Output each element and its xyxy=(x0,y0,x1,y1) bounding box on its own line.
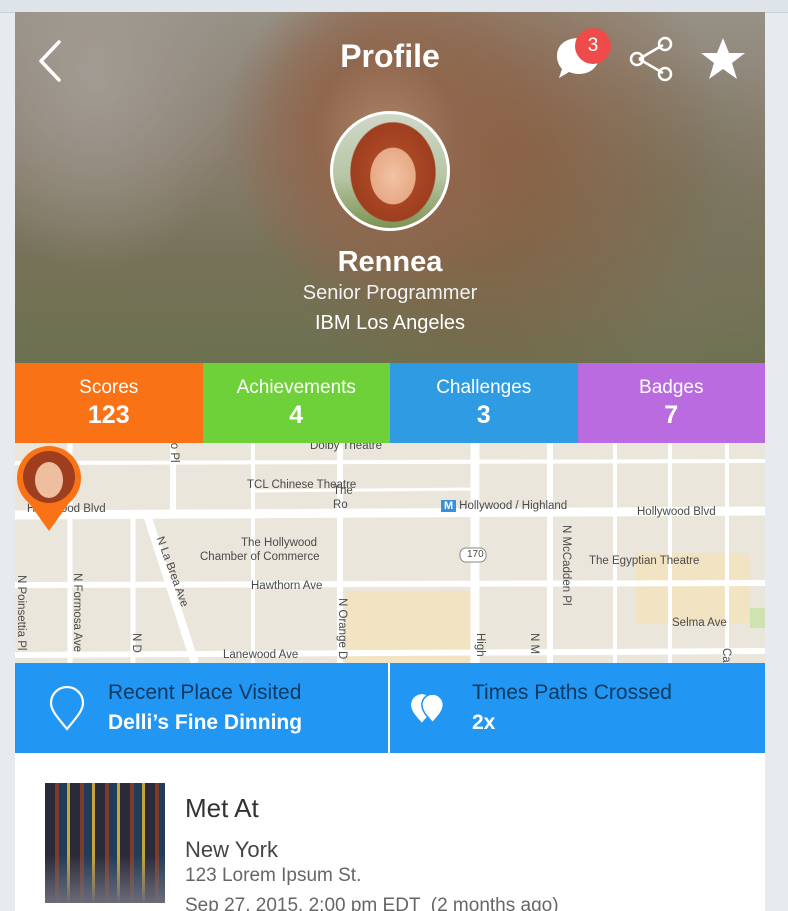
map-label: Ro xyxy=(333,499,348,511)
met-location-photo[interactable] xyxy=(45,783,165,903)
location-outline-icon xyxy=(49,685,85,731)
map-label: High xyxy=(474,633,486,657)
map-label: Lanewood Ave xyxy=(223,649,299,661)
location-pin-icon[interactable] xyxy=(15,443,83,533)
map-label: N Poinsettia Pl xyxy=(15,575,27,651)
profile-name: Rennea xyxy=(337,246,443,278)
stat-label: Challenges xyxy=(436,376,532,398)
favorite-button[interactable] xyxy=(699,36,747,82)
recent-place-panel[interactable]: Recent Place Visited Delli’s Fine Dinnin… xyxy=(15,663,390,753)
profile-screen: Profile 3 Rennea Senior Programmer IBM L… xyxy=(15,12,765,911)
stat-value: 7 xyxy=(664,400,679,429)
avatar[interactable] xyxy=(330,111,450,231)
map-label: N D xyxy=(130,633,142,653)
share-button[interactable] xyxy=(627,36,677,82)
stat-value: 123 xyxy=(87,400,130,429)
map-label: N Formosa Ave xyxy=(71,573,83,653)
met-at-city: New York xyxy=(185,837,278,862)
map-label: Hawthorn Ave xyxy=(251,580,323,592)
stat-label: Achievements xyxy=(236,376,356,398)
profile-header: Profile 3 Rennea Senior Programmer IBM L… xyxy=(15,12,765,363)
stat-badges[interactable]: Badges 7 xyxy=(577,363,765,443)
map-label-metro: M Hollywood / Highland xyxy=(441,500,567,512)
location-map[interactable]: Dolby Theatre TCL Chinese Theatre M Holly… xyxy=(15,443,765,663)
share-icon xyxy=(629,36,673,82)
map-label: Chamber of Commerce xyxy=(200,551,320,563)
stat-scores[interactable]: Scores 123 xyxy=(15,363,203,443)
map-label: Dolby Theatre xyxy=(310,443,383,452)
recent-place-value: Delli’s Fine Dinning xyxy=(108,711,303,734)
stat-value: 3 xyxy=(476,400,491,429)
map-label: ito Pl xyxy=(168,443,180,463)
met-at-address: 123 Lorem Ipsum St. xyxy=(185,865,362,886)
stat-value: 4 xyxy=(289,400,304,429)
stats-bar: Scores 123 Achievements 4 Challenges 3 B… xyxy=(15,363,765,443)
stat-label: Scores xyxy=(79,376,139,398)
map-label: N Orange D xyxy=(336,598,348,660)
stat-label: Badges xyxy=(639,376,704,398)
route-shield: 170 xyxy=(467,549,484,560)
map-streets xyxy=(15,443,765,663)
star-icon xyxy=(701,38,745,79)
map-label: Selma Ave xyxy=(672,617,727,629)
paths-crossed-label: Times Paths Crossed xyxy=(472,681,672,704)
met-at-section: Met At New York 123 Lorem Ipsum St. Sep … xyxy=(15,753,765,911)
recent-place-label: Recent Place Visited xyxy=(108,681,302,704)
paths-crossed-value: 2x xyxy=(472,711,496,734)
map-label: The Egyptian Theatre xyxy=(589,555,700,567)
map-label: N McCadden Pl xyxy=(560,525,572,606)
profile-company: IBM Los Angeles xyxy=(314,312,466,334)
stat-achievements[interactable]: Achievements 4 xyxy=(202,363,390,443)
met-at-date: Sep 27, 2015. 2:00 pm EDT (2 months ago) xyxy=(185,895,559,911)
profile-job-title: Senior Programmer xyxy=(302,282,478,304)
map-label: N M xyxy=(528,633,540,655)
crossed-paths-icon xyxy=(411,693,445,724)
met-at-title: Met At xyxy=(185,793,259,823)
messages-button[interactable]: 3 xyxy=(551,28,611,86)
metro-icon: M xyxy=(441,500,457,512)
map-label: Hollywood Blvd xyxy=(637,506,716,518)
stat-challenges[interactable]: Challenges 3 xyxy=(390,363,578,443)
map-label: Ca xyxy=(720,648,732,663)
notification-badge: 3 xyxy=(575,28,611,64)
map-label: The xyxy=(333,485,353,497)
paths-crossed-panel[interactable]: Times Paths Crossed 2x xyxy=(390,663,765,753)
info-bar: Recent Place Visited Delli’s Fine Dinnin… xyxy=(15,663,765,753)
map-label: The Hollywood xyxy=(241,537,318,549)
